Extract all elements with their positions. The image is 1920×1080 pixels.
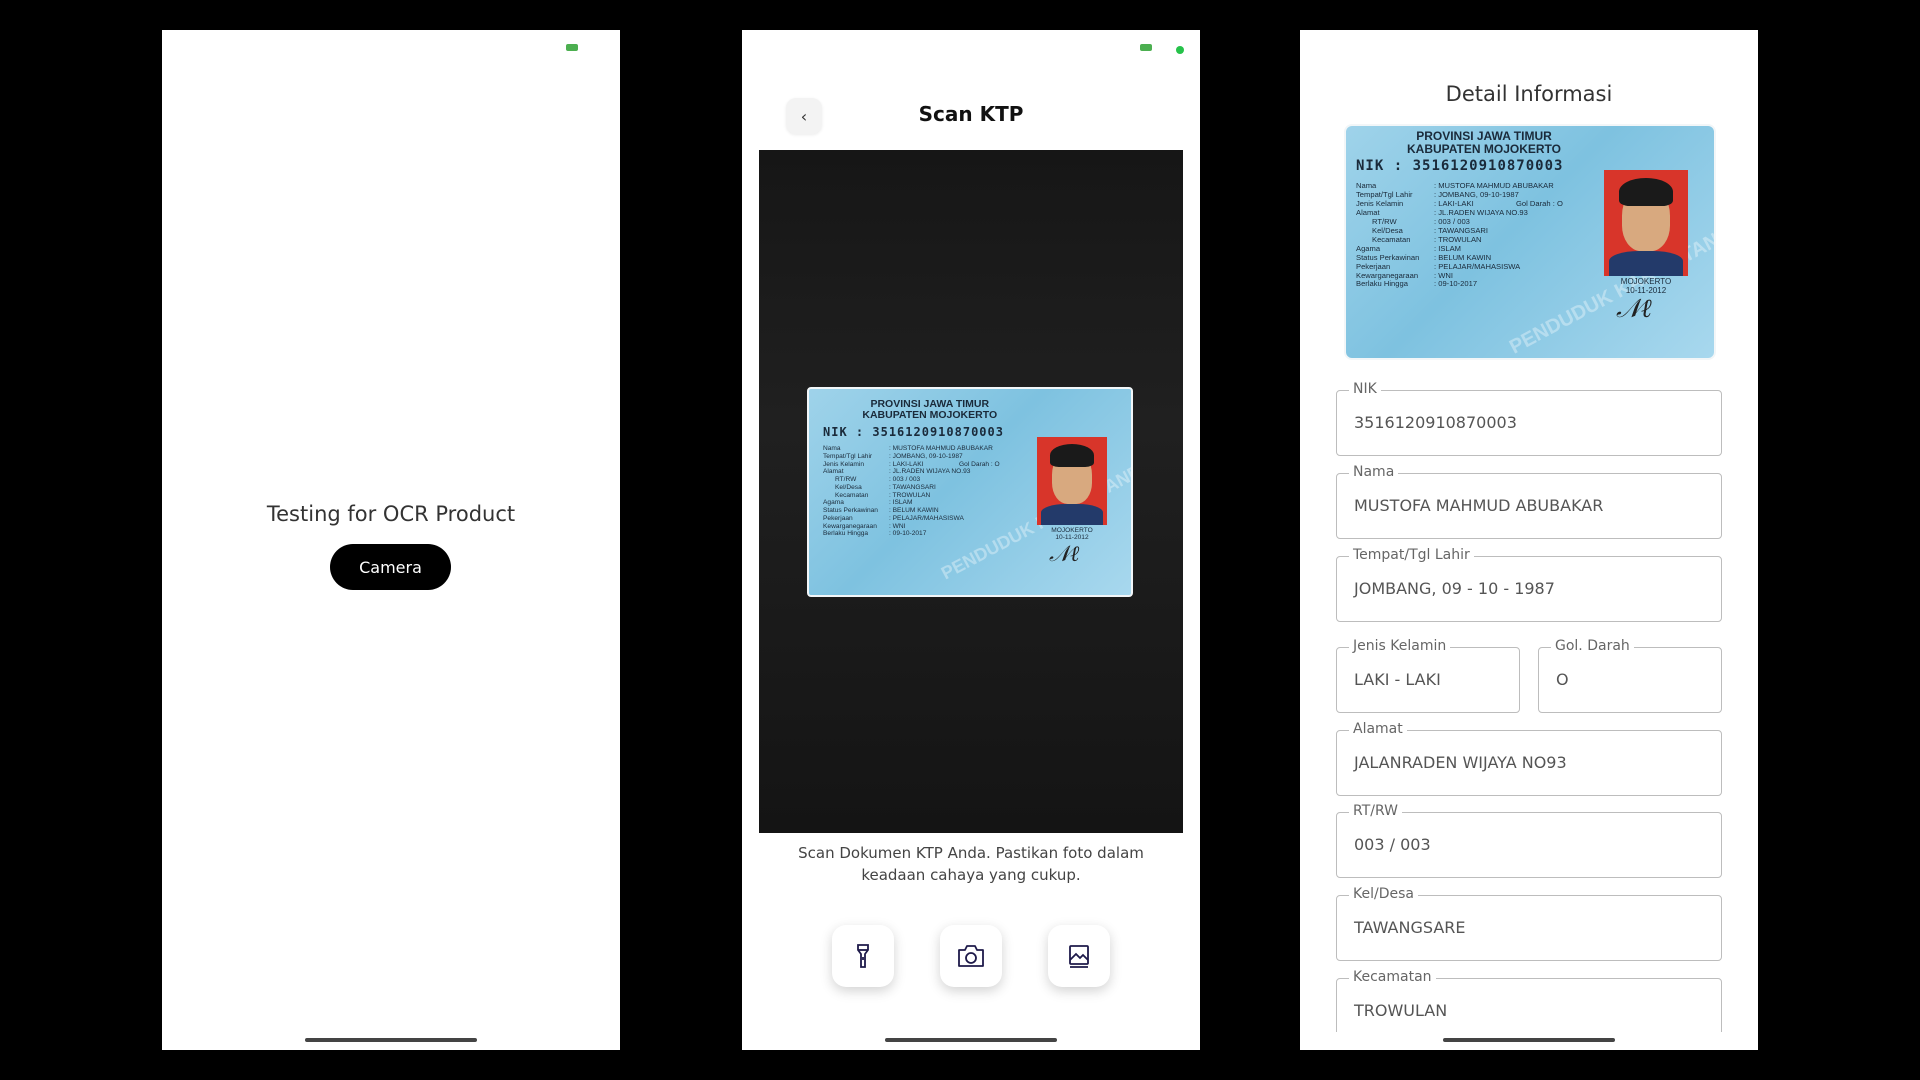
- card-field-value: : MUSTOFA MAHMUD ABUBAKAR: [889, 445, 993, 452]
- gallery-button[interactable]: [1048, 925, 1110, 987]
- card-issue-place: MOJOKERTO: [1051, 527, 1093, 534]
- home-indicator[interactable]: [1443, 1038, 1615, 1042]
- rtrw-field[interactable]: RT/RW 003 / 003: [1336, 803, 1722, 878]
- card-field-label: Agama: [823, 499, 844, 507]
- ktp-card-image: PENDUDUK KARTU TANDA PROVINSI JAWA TIMUR…: [1344, 124, 1716, 360]
- card-field-label: Alamat: [823, 468, 844, 476]
- card-field-value: : WNI: [889, 522, 906, 530]
- camera-indicator-icon: [1176, 46, 1184, 54]
- nik-field[interactable]: NIK 3516120910870003: [1336, 381, 1722, 456]
- nama-field-label: Nama: [1349, 464, 1399, 480]
- birth-field-value[interactable]: JOMBANG, 09 - 10 - 1987: [1354, 579, 1555, 598]
- card-regency: KABUPATEN MOJOKERTO: [862, 409, 998, 422]
- card-province: PROVINSI JAWA TIMUR: [1416, 129, 1552, 143]
- card-nik-label: NIK: [1356, 158, 1385, 174]
- card-field-label: Kecamatan: [835, 491, 869, 499]
- card-field-value: : 003 / 003: [889, 476, 921, 484]
- card-fields: Nama : MUSTOFA MAHMUD ABUBAKAR Tempat/Tgl…: [823, 445, 1000, 538]
- gender-field[interactable]: Jenis Kelamin LAKI - LAKI: [1336, 638, 1520, 713]
- card-field-value: : LAKI-LAKI: [889, 460, 924, 468]
- blood-type-field[interactable]: Gol. Darah O: [1538, 638, 1722, 713]
- rtrw-field-value[interactable]: 003 / 003: [1354, 835, 1431, 854]
- card-field-value: : ISLAM: [889, 499, 913, 507]
- card-signature: 𝒩ℓ: [1616, 294, 1652, 324]
- card-photo: [1604, 170, 1688, 276]
- card-field-value: : TAWANGSARI: [889, 483, 936, 491]
- card-field-value: : JL.RADEN WIJAYA NO.93: [889, 468, 971, 476]
- battery-icon: [566, 44, 578, 51]
- card-field-value: : BELUM KAWIN: [889, 507, 939, 515]
- address-field[interactable]: Alamat JALANRADEN WIJAYA NO93: [1336, 721, 1722, 796]
- address-field-label: Alamat: [1349, 721, 1407, 737]
- nik-field-label: NIK: [1349, 381, 1381, 397]
- card-field-value: : PELAJAR/MAHASISWA: [889, 514, 964, 522]
- nik-field-value[interactable]: 3516120910870003: [1354, 413, 1517, 432]
- card-field-label: Berlaku Hingga: [1356, 279, 1408, 289]
- blood-type-field-label: Gol. Darah: [1551, 638, 1634, 654]
- camera-preview[interactable]: PENDUDUK KARTU TANDA PROVINSI JAWA TIMUR…: [759, 150, 1183, 833]
- card-field-label: Kel/Desa: [835, 483, 862, 491]
- card-field-label: Status Perkawinan: [823, 507, 878, 515]
- battery-icon: [1140, 44, 1152, 51]
- detail-screen: Detail Informasi PENDUDUK KARTU TANDA PR…: [1300, 30, 1758, 1050]
- birth-field[interactable]: Tempat/Tgl Lahir JOMBANG, 09 - 10 - 1987: [1336, 547, 1722, 622]
- card-field-label: Nama: [823, 445, 841, 452]
- district-field-label: Kecamatan: [1349, 970, 1436, 985]
- home-indicator[interactable]: [305, 1038, 477, 1042]
- village-field-value[interactable]: TAWANGSARE: [1354, 918, 1465, 937]
- card-nik-label: NIK: [823, 425, 848, 439]
- birth-field-label: Tempat/Tgl Lahir: [1349, 547, 1474, 563]
- village-field[interactable]: Kel/Desa TAWANGSARE: [1336, 886, 1722, 961]
- card-signature: 𝒩ℓ: [1049, 542, 1080, 567]
- camera-icon: [958, 945, 984, 967]
- page-title: Scan KTP: [918, 102, 1024, 126]
- rtrw-field-label: RT/RW: [1349, 803, 1402, 819]
- district-field-value[interactable]: TROWULAN: [1354, 1001, 1447, 1020]
- gallery-icon: [1069, 945, 1089, 968]
- gender-field-value[interactable]: LAKI - LAKI: [1354, 670, 1441, 689]
- scan-instructions: Scan Dokumen KTP Anda. Pastikan foto dal…: [798, 844, 1144, 884]
- card-nik-value: : 3516120910870003: [1393, 158, 1564, 174]
- flashlight-icon: [857, 944, 869, 968]
- nama-field-value[interactable]: MUSTOFA MAHMUD ABUBAKAR: [1354, 496, 1603, 515]
- card-fields: Nama: MUSTOFA MAHMUD ABUBAKAR Tempat/Tgl…: [1356, 181, 1563, 289]
- nama-field[interactable]: Nama MUSTOFA MAHMUD ABUBAKAR: [1336, 464, 1722, 539]
- card-field-label: Berlaku Hingga: [823, 530, 869, 538]
- card-field-label: RT/RW: [835, 476, 857, 484]
- address-field-value[interactable]: JALANRADEN WIJAYA NO93: [1354, 753, 1567, 772]
- field-scroll-clip: Kecamatan TROWULAN: [1300, 970, 1758, 1032]
- camera-button[interactable]: Camera: [330, 544, 451, 590]
- flashlight-button[interactable]: [832, 925, 894, 987]
- blood-type-field-value[interactable]: O: [1556, 670, 1569, 689]
- card-field-value: : TROWULAN: [889, 491, 931, 499]
- home-indicator[interactable]: [885, 1038, 1057, 1042]
- card-nik-value: : 3516120910870003: [855, 425, 1004, 439]
- card-regency: KABUPATEN MOJOKERTO: [1406, 141, 1561, 156]
- scan-screen: ‹ Scan KTP PENDUDUK KARTU TANDA PROVINSI…: [742, 30, 1200, 1050]
- card-field-label: Tempat/Tgl Lahir: [823, 452, 873, 460]
- district-field[interactable]: Kecamatan TROWULAN: [1336, 970, 1722, 1032]
- card-field-value: : JOMBANG, 09-10-1987: [889, 452, 963, 460]
- card-field-value: : 09-10-2017: [889, 530, 927, 538]
- home-screen: Testing for OCR Product Camera: [162, 30, 620, 1050]
- card-field-label: Kewarganegaraan: [823, 522, 877, 530]
- village-field-label: Kel/Desa: [1349, 886, 1418, 902]
- card-photo: [1037, 437, 1107, 525]
- gender-field-label: Jenis Kelamin: [1349, 638, 1451, 654]
- card-field-value: : 09-10-2017: [1434, 279, 1478, 289]
- card-field-label: Pekerjaan: [823, 514, 853, 522]
- page-title: Detail Informasi: [1445, 82, 1613, 106]
- card-field-label: Jenis Kelamin: [823, 460, 865, 468]
- app-title: Testing for OCR Product: [266, 502, 516, 526]
- ktp-card-preview: PENDUDUK KARTU TANDA PROVINSI JAWA TIMUR…: [807, 387, 1133, 597]
- capture-button[interactable]: [940, 925, 1002, 987]
- card-field-value: Gol Darah : O: [959, 460, 1000, 468]
